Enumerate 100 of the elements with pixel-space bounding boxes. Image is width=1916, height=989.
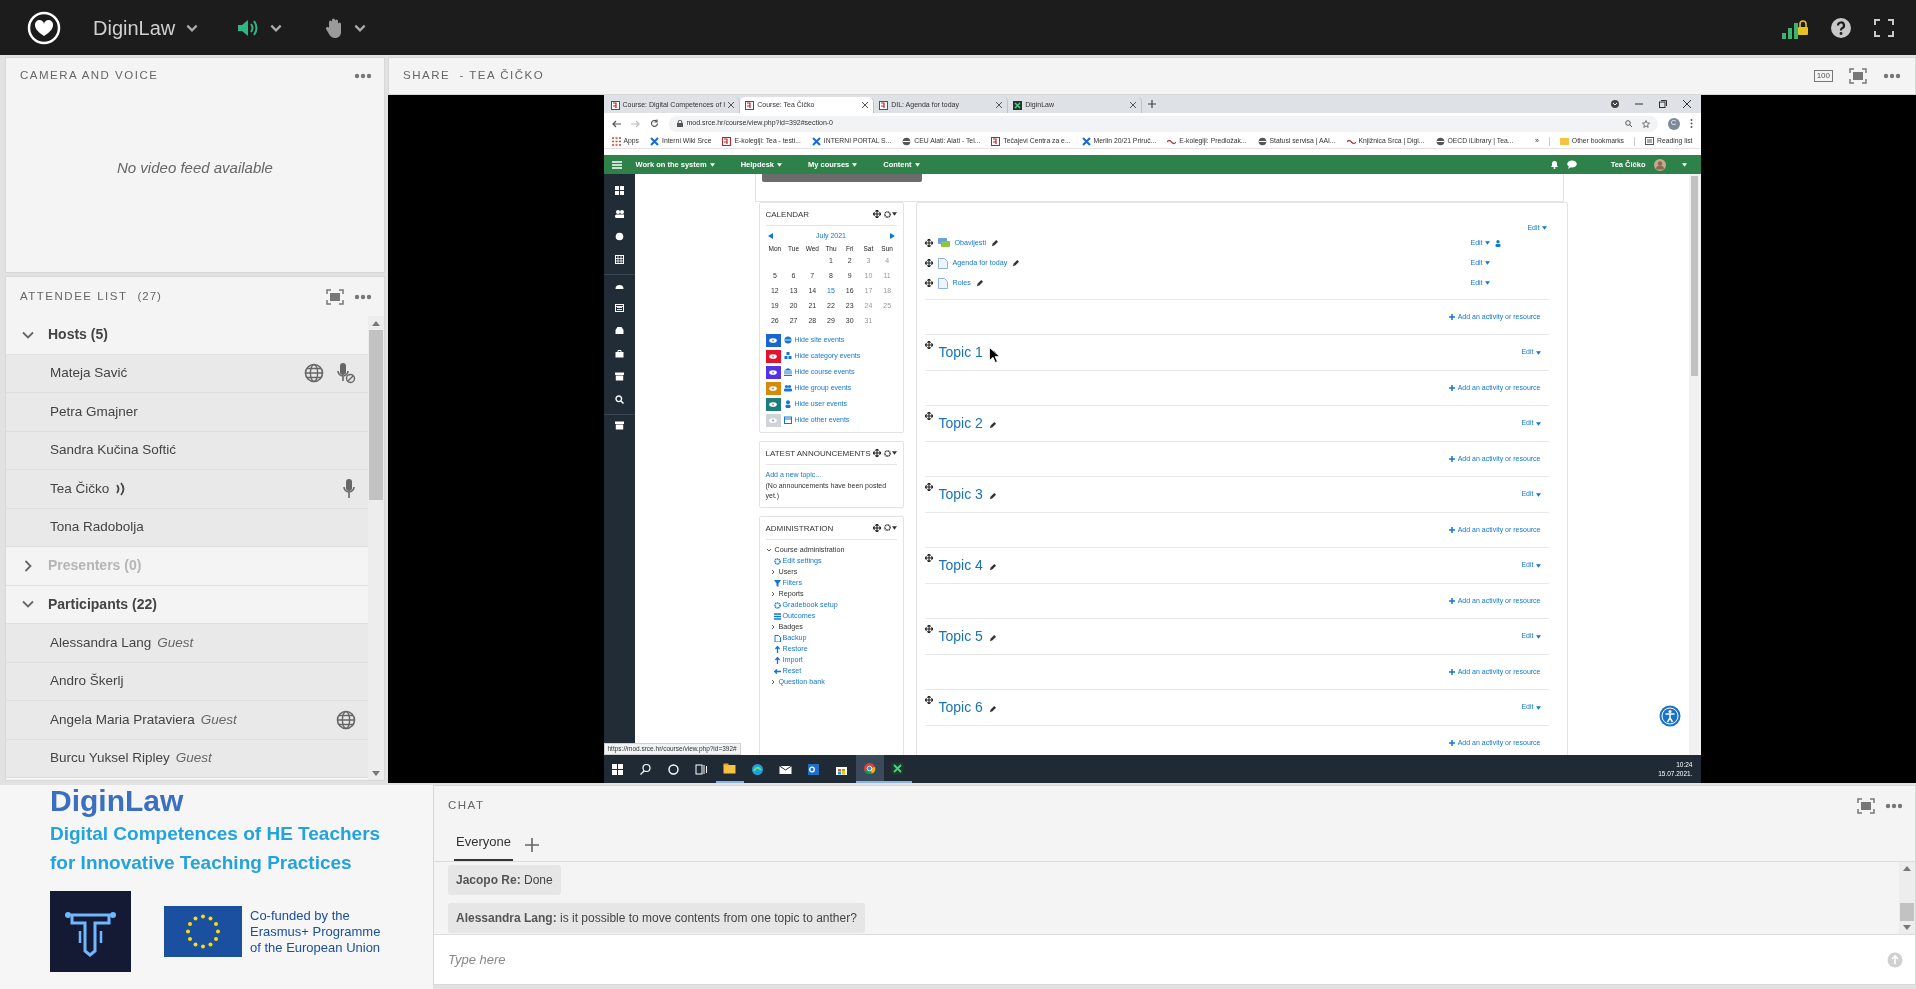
attendee-row[interactable]: Petra Gmajner <box>6 393 368 432</box>
search-icon[interactable] <box>639 762 652 776</box>
more-icon[interactable] <box>354 293 372 300</box>
topic-title[interactable]: Topic 4 <box>938 555 983 576</box>
attendee-row[interactable]: Angela Maria Prataviera Guest <box>6 701 368 740</box>
attendee-row[interactable]: Andro Škerlj <box>6 662 368 701</box>
event-toggle[interactable] <box>765 381 781 395</box>
scrollbar-thumb[interactable] <box>1691 176 1698 376</box>
more-icon[interactable] <box>1885 803 1903 809</box>
topic-title[interactable]: Topic 5 <box>938 626 983 647</box>
attendee-row[interactable]: Mateja Savić <box>6 354 368 393</box>
plus-icon <box>1448 456 1455 462</box>
kebab-menu-icon[interactable] <box>1689 119 1693 128</box>
tray-icon[interactable] <box>614 326 624 335</box>
pod-title: CAMERA AND VOICE <box>20 68 159 84</box>
caret-right-icon[interactable] <box>769 624 776 631</box>
move-icon <box>872 523 881 532</box>
attendee-row[interactable]: Alessandra Lang Guest <box>6 624 368 663</box>
close-icon[interactable] <box>996 102 1003 108</box>
more-icon[interactable] <box>354 73 372 79</box>
scroll-up-icon[interactable] <box>372 320 380 326</box>
add-tab-icon[interactable] <box>524 838 539 852</box>
attendee-row[interactable]: Tona Radobolja <box>6 508 368 547</box>
filter-icon <box>773 579 781 587</box>
zoom-100-button[interactable]: 100 <box>1813 70 1833 82</box>
gear-icon[interactable] <box>883 210 891 218</box>
more-icon[interactable] <box>1883 73 1901 79</box>
zoom-icon[interactable] <box>1624 119 1632 127</box>
attendee-row[interactable]: Tea Čičko <box>6 470 368 509</box>
close-icon[interactable] <box>862 102 869 108</box>
bag-icon[interactable] <box>614 349 624 358</box>
gear-icon[interactable] <box>883 449 891 457</box>
fullscreen-icon[interactable] <box>1874 18 1894 37</box>
grid-icon[interactable] <box>614 186 624 195</box>
caret-right-icon[interactable] <box>769 569 776 576</box>
browser-wave-icon[interactable] <box>751 762 764 776</box>
app-title[interactable]: DiginLaw <box>93 12 176 43</box>
restore-window-icon[interactable] <box>1658 100 1667 108</box>
event-toggle[interactable] <box>765 397 781 411</box>
chat-scrollbar[interactable] <box>1899 862 1915 934</box>
new-tab-icon[interactable] <box>1148 100 1157 108</box>
close-icon[interactable] <box>1130 102 1137 108</box>
gear-icon <box>773 557 781 565</box>
attendee-row[interactable]: Sandra Kučina Softić <box>6 431 368 470</box>
scroll-down-icon[interactable] <box>1903 925 1911 930</box>
minimize-icon[interactable] <box>1634 100 1643 108</box>
scrollbar-thumb[interactable] <box>369 330 383 500</box>
chat-tab[interactable]: Everyone <box>454 831 513 861</box>
move-icon <box>924 341 933 349</box>
attendee-row[interactable]: Burcu Yuksel Ripley Guest <box>6 739 368 778</box>
menu-icon[interactable] <box>611 160 622 169</box>
topic-title[interactable]: Topic 6 <box>938 697 983 718</box>
task-view-icon[interactable] <box>695 762 708 776</box>
chat-bubble-icon[interactable] <box>1566 160 1577 169</box>
scroll-up-icon[interactable] <box>1903 866 1911 871</box>
folder-icon[interactable] <box>723 761 736 775</box>
scrollbar[interactable] <box>368 316 384 780</box>
move-icon <box>872 449 881 458</box>
caret-right-icon[interactable] <box>769 679 776 686</box>
profile-menu-icon[interactable] <box>1610 100 1619 108</box>
pencil-icon <box>1012 259 1020 267</box>
circle-icon[interactable] <box>667 762 680 776</box>
caret-right-icon[interactable] <box>769 591 776 598</box>
outlook-icon[interactable] <box>807 762 820 776</box>
archive-icon[interactable] <box>614 420 624 430</box>
archive-icon[interactable] <box>614 372 624 381</box>
speaker-icon[interactable] <box>237 17 260 38</box>
help-icon[interactable] <box>1830 16 1852 39</box>
topic-title[interactable]: Topic 3 <box>938 484 983 505</box>
next-month-icon[interactable] <box>889 233 895 240</box>
table-icon[interactable] <box>614 255 624 264</box>
event-toggle[interactable] <box>765 365 781 379</box>
scroll-down-icon[interactable] <box>372 770 380 776</box>
scrollbar-thumb[interactable] <box>1900 903 1914 921</box>
gear-icon[interactable] <box>883 524 891 532</box>
caret-down-icon <box>709 162 715 167</box>
users-icon[interactable] <box>614 209 624 218</box>
accessibility-icon[interactable] <box>1658 705 1681 727</box>
page-scrollbar[interactable] <box>1688 174 1701 755</box>
event-toggle[interactable] <box>765 413 781 427</box>
chrome-icon[interactable] <box>863 761 876 775</box>
reload-icon[interactable] <box>649 119 659 128</box>
app-tile-icon[interactable] <box>891 761 904 775</box>
calendar-icon[interactable] <box>614 303 624 312</box>
windows-icon[interactable] <box>611 762 624 776</box>
bell-icon[interactable] <box>1549 160 1559 169</box>
circle-icon[interactable] <box>614 232 624 241</box>
back-icon[interactable] <box>611 119 621 128</box>
previous-month-icon[interactable] <box>767 233 773 240</box>
pencil-icon <box>988 421 996 429</box>
pencil-icon <box>988 563 996 571</box>
topic-title[interactable]: Topic 2 <box>938 413 983 434</box>
close-icon[interactable] <box>1682 100 1691 108</box>
search-icon[interactable] <box>614 395 624 404</box>
star-icon[interactable] <box>1641 119 1650 128</box>
close-icon[interactable] <box>728 102 735 108</box>
event-toggle[interactable] <box>765 349 781 363</box>
topic-title[interactable]: Topic 1 <box>938 342 983 363</box>
event-toggle[interactable] <box>765 333 781 347</box>
caret-down-icon[interactable] <box>765 547 772 554</box>
